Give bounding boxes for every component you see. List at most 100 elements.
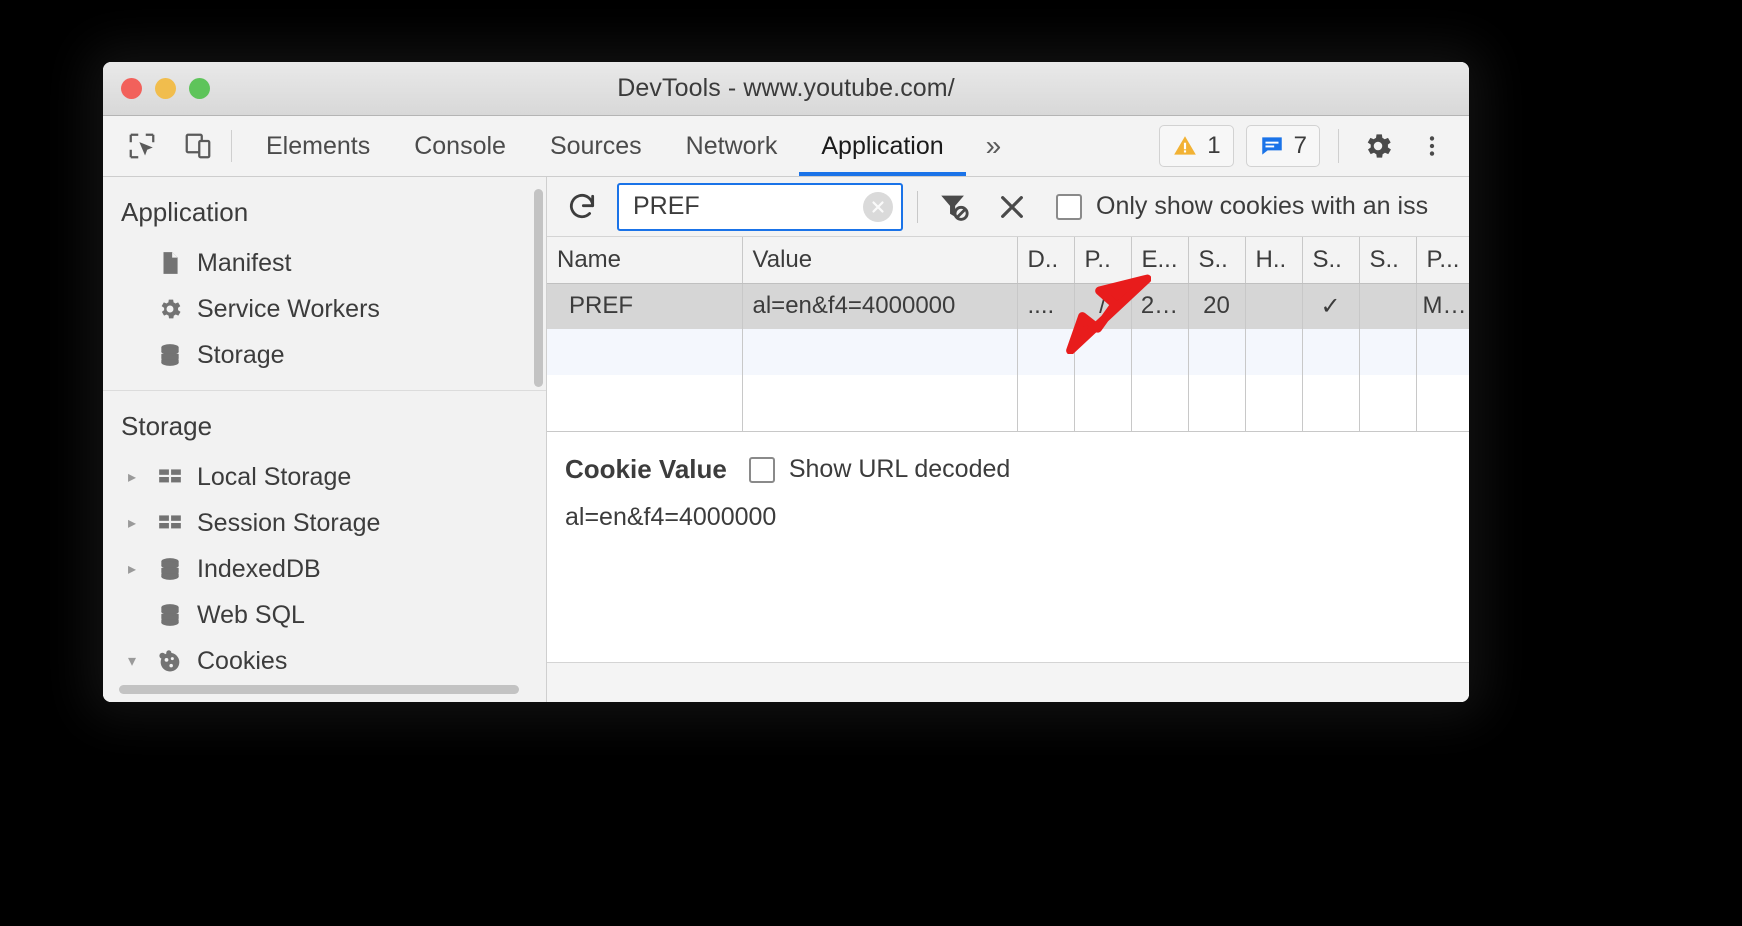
sidebar-item-label: Web SQL xyxy=(197,600,305,629)
tab-application[interactable]: Application xyxy=(799,116,966,176)
database-icon xyxy=(155,600,185,630)
cookies-table-wrapper: Name Value D.. P.. E... S.. H.. S.. S.. … xyxy=(547,237,1469,431)
sidebar-item-web-sql[interactable]: ▸ Web SQL xyxy=(103,592,546,638)
panel-tabs: Elements Console Sources Network Applica… xyxy=(244,116,966,176)
cell-empty xyxy=(1074,375,1132,421)
warnings-badge[interactable]: 1 xyxy=(1159,125,1234,167)
cell-empty xyxy=(1245,329,1303,375)
warnings-count: 1 xyxy=(1207,132,1221,159)
cell-empty xyxy=(1188,329,1246,375)
tab-elements[interactable]: Elements xyxy=(244,116,392,176)
clear-input-icon[interactable] xyxy=(863,191,893,222)
cookies-toolbar: Only show cookies with an iss xyxy=(547,177,1469,237)
cookies-panel: Only show cookies with an iss Name xyxy=(547,177,1469,702)
sidebar-vertical-scrollbar[interactable] xyxy=(534,189,543,387)
column-header-expires[interactable]: E... xyxy=(1131,237,1189,284)
database-icon xyxy=(155,554,185,584)
cell-empty xyxy=(547,329,743,375)
inspect-element-icon[interactable] xyxy=(121,125,163,167)
cell-empty xyxy=(1302,329,1360,375)
column-header-size[interactable]: S.. xyxy=(1188,237,1246,284)
toolbar-divider xyxy=(917,190,918,223)
cell-empty xyxy=(1302,421,1360,431)
table-row[interactable]: PREF al=en&f4=4000000 .... / 2… 20 ✓ M… xyxy=(547,283,1469,329)
table-row[interactable] xyxy=(547,329,1469,375)
cell-empty xyxy=(1359,329,1417,375)
cell-empty xyxy=(1245,375,1303,421)
cell-empty xyxy=(1359,375,1417,421)
show-url-decoded-row[interactable]: Show URL decoded xyxy=(748,455,1011,484)
table-row[interactable] xyxy=(547,375,1469,421)
cookie-value-title: Cookie Value xyxy=(565,454,727,484)
cell-path: / xyxy=(1074,283,1132,329)
tab-console[interactable]: Console xyxy=(392,116,528,176)
show-url-decoded-label: Show URL decoded xyxy=(788,455,1011,483)
column-header-secure[interactable]: S.. xyxy=(1302,237,1360,284)
filter-input-wrapper[interactable] xyxy=(617,182,903,231)
cell-size: 20 xyxy=(1188,283,1246,329)
column-header-samesite[interactable]: S.. xyxy=(1359,237,1417,284)
cell-empty xyxy=(1416,421,1469,431)
cell-priority: M… xyxy=(1416,283,1469,329)
show-url-decoded-checkbox[interactable] xyxy=(748,456,775,483)
sidebar-section-title-storage: Storage xyxy=(121,411,213,441)
sidebar-item-indexeddb[interactable]: ▸ IndexedDB xyxy=(103,546,546,592)
twisty-collapsed-icon[interactable]: ▸ xyxy=(121,559,143,579)
sidebar-item-local-storage[interactable]: ▸ Local Storage xyxy=(103,454,546,500)
devtools-body: Application ▸ Manifest ▸ xyxy=(103,177,1469,702)
column-header-domain[interactable]: D.. xyxy=(1017,237,1075,284)
cell-domain: .... xyxy=(1017,283,1075,329)
application-sidebar: Application ▸ Manifest ▸ xyxy=(103,177,547,702)
sidebar-item-label: Cookies xyxy=(197,646,288,675)
cell-value: al=en&f4=4000000 xyxy=(742,283,1018,329)
table-icon xyxy=(155,508,185,538)
table-row[interactable] xyxy=(547,421,1469,431)
only-issues-checkbox[interactable] xyxy=(1056,193,1082,220)
cell-empty xyxy=(547,375,743,421)
clear-all-cookies-icon[interactable] xyxy=(990,185,1034,229)
cell-empty xyxy=(1131,329,1189,375)
cell-name: PREF xyxy=(547,283,743,329)
sidebar-item-label: Service Workers xyxy=(197,294,380,323)
column-header-httponly[interactable]: H.. xyxy=(1245,237,1303,284)
sidebar-item-label: Storage xyxy=(197,340,285,369)
warning-triangle-icon xyxy=(1174,136,1197,155)
twisty-collapsed-icon[interactable]: ▸ xyxy=(121,467,143,487)
cell-expires: 2… xyxy=(1131,283,1189,329)
more-tabs-button[interactable]: » xyxy=(966,116,1025,176)
sidebar-item-manifest[interactable]: ▸ Manifest xyxy=(103,240,546,286)
column-header-path[interactable]: P.. xyxy=(1074,237,1132,284)
filter-input[interactable] xyxy=(633,192,857,221)
refresh-icon[interactable] xyxy=(561,186,603,228)
sidebar-item-cookies[interactable]: ▾ Cookies xyxy=(103,638,546,684)
gear-icon[interactable] xyxy=(1357,125,1399,167)
clear-filter-icon[interactable] xyxy=(932,185,976,229)
cell-empty xyxy=(1131,375,1189,421)
cell-empty xyxy=(1017,375,1075,421)
cookie-value-text: al=en&f4=4000000 xyxy=(565,503,777,531)
twisty-collapsed-icon[interactable]: ▸ xyxy=(121,513,143,533)
sidebar-item-storage[interactable]: ▸ Storage xyxy=(103,332,546,378)
column-header-priority[interactable]: P... xyxy=(1416,237,1469,284)
message-bubble-icon xyxy=(1261,137,1282,155)
cell-empty xyxy=(1074,329,1132,375)
cell-empty xyxy=(742,375,1018,421)
cell-empty xyxy=(742,329,1018,375)
window-titlebar: DevTools - www.youtube.com/ xyxy=(103,62,1469,116)
column-header-value[interactable]: Value xyxy=(742,237,1018,284)
twisty-expanded-icon[interactable]: ▾ xyxy=(121,651,143,671)
tabbar-right-group: 1 7 xyxy=(1159,116,1469,176)
table-header-row: Name Value D.. P.. E... S.. H.. S.. S.. … xyxy=(547,237,1469,284)
device-toolbar-icon[interactable] xyxy=(177,125,219,167)
sidebar-horizontal-scrollbar[interactable] xyxy=(119,685,519,694)
kebab-menu-icon[interactable] xyxy=(1411,125,1453,167)
only-issues-checkbox-row[interactable]: Only show cookies with an iss xyxy=(1056,192,1428,221)
tab-sources[interactable]: Sources xyxy=(528,116,664,176)
messages-badge[interactable]: 7 xyxy=(1245,125,1320,167)
sidebar-item-session-storage[interactable]: ▸ Session Storage xyxy=(103,500,546,546)
sidebar-item-service-workers[interactable]: ▸ Service Workers xyxy=(103,286,546,332)
tab-network[interactable]: Network xyxy=(664,116,800,176)
devtools-window: DevTools - www.youtube.com/ Elements Con… xyxy=(103,62,1469,702)
column-header-name[interactable]: Name xyxy=(547,237,743,284)
cell-samesite xyxy=(1359,283,1417,329)
